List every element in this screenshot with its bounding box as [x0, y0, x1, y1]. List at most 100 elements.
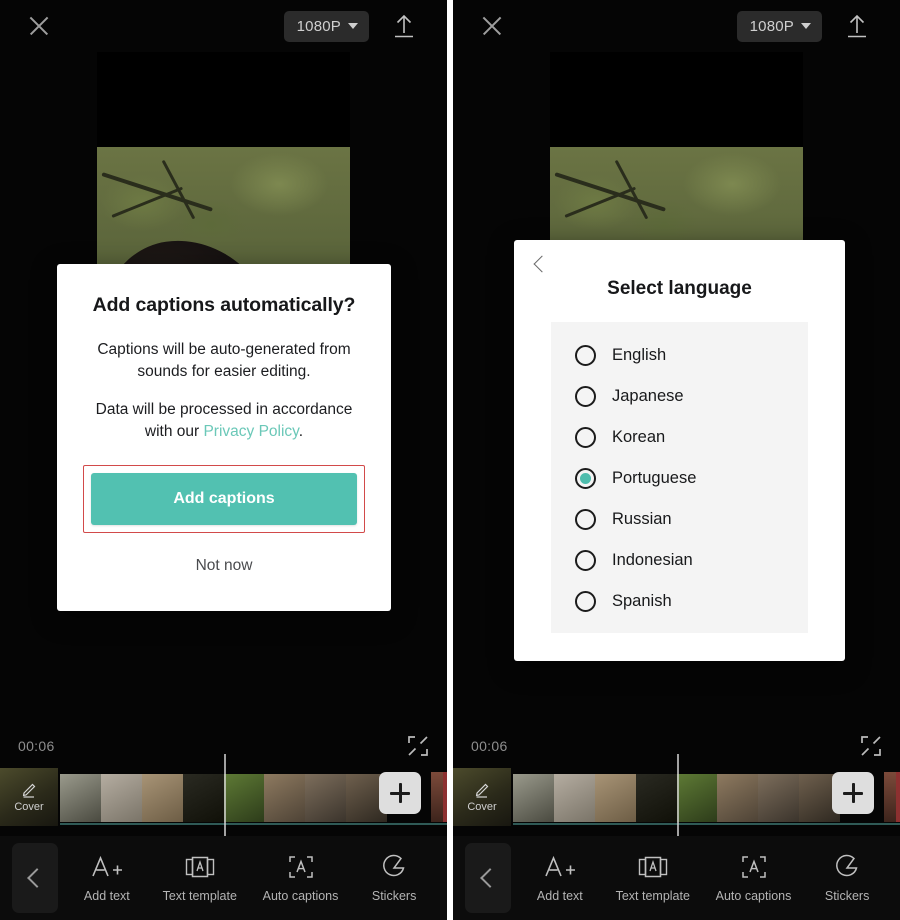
language-sheet-title: Select language	[607, 278, 752, 299]
radio-button[interactable]	[575, 427, 596, 448]
text-template-icon	[184, 853, 216, 881]
letterbox-bar	[97, 52, 350, 147]
playback-timestamp: 00:06	[471, 738, 508, 754]
timeline-track-line	[60, 823, 447, 825]
tool-stickers[interactable]: Stickers	[364, 853, 424, 903]
close-icon[interactable]	[26, 13, 52, 39]
plus-icon	[390, 783, 410, 803]
language-label: Korean	[612, 428, 666, 446]
add-clip-button[interactable]	[379, 772, 421, 814]
clip-frame	[758, 774, 800, 822]
language-label: Russian	[612, 510, 672, 528]
add-captions-button[interactable]: Add captions	[91, 473, 357, 525]
tool-auto-captions[interactable]: Auto captions	[262, 853, 339, 903]
privacy-policy-link[interactable]: Privacy Policy	[203, 423, 298, 440]
language-label: Portuguese	[612, 469, 697, 487]
language-option-portuguese[interactable]: Portuguese	[551, 458, 808, 499]
sticker-icon	[833, 853, 861, 881]
clip-frame	[676, 774, 718, 822]
clip-frame	[305, 774, 347, 822]
annotation-highlight-box: Add captions	[83, 465, 365, 533]
resolution-selector[interactable]: 1080P	[283, 10, 369, 42]
timeline-left[interactable]: Cover	[0, 754, 447, 914]
bottom-toolbar-right: Add text Text template Auto captions Sti…	[453, 836, 900, 920]
radio-button[interactable]	[575, 345, 596, 366]
radio-dot	[580, 596, 591, 607]
select-language-sheet: Select language English Japanese Korean …	[514, 240, 845, 661]
cover-thumbnail[interactable]: Cover	[453, 768, 511, 826]
clip-frame	[182, 774, 224, 822]
language-back-button[interactable]	[528, 252, 552, 276]
resolution-selector[interactable]: 1080P	[736, 10, 822, 42]
language-option-korean[interactable]: Korean	[551, 417, 808, 458]
add-clip-button[interactable]	[832, 772, 874, 814]
upload-arrow-icon[interactable]	[391, 12, 417, 40]
fullscreen-expand-icon[interactable]	[407, 735, 429, 757]
dialog-body-suffix: .	[298, 423, 304, 440]
close-icon[interactable]	[479, 13, 505, 39]
resolution-label: 1080P	[296, 17, 341, 35]
tool-add-text[interactable]: Add text	[77, 853, 137, 903]
tool-text-template[interactable]: Text template	[163, 853, 237, 903]
cover-thumbnail[interactable]: Cover	[0, 768, 58, 826]
language-option-english[interactable]: English	[551, 335, 808, 376]
radio-button[interactable]	[575, 550, 596, 571]
language-label: Indonesian	[612, 551, 693, 569]
toolbar-back-button[interactable]	[12, 843, 58, 913]
upload-arrow-icon[interactable]	[844, 12, 870, 40]
sticker-icon	[380, 853, 408, 881]
dialog-title: Add captions automatically?	[92, 294, 356, 316]
tool-text-template[interactable]: Text template	[616, 853, 690, 903]
clip-frame	[141, 774, 183, 822]
cover-label: Cover	[14, 801, 44, 813]
tool-auto-captions[interactable]: Auto captions	[716, 853, 791, 903]
auto-captions-icon	[287, 853, 315, 881]
language-option-spanish[interactable]: Spanish	[551, 581, 808, 622]
timeline-clip-handle[interactable]	[896, 772, 900, 822]
tool-label: Auto captions	[262, 889, 339, 903]
phone-screen-right: 1080P 00:06 Cover Add text Text template…	[453, 0, 900, 920]
tool-stickers[interactable]: Stickers	[817, 853, 877, 903]
toolbar-back-button[interactable]	[465, 843, 511, 913]
tool-add-text[interactable]: Add text	[530, 853, 590, 903]
add-captions-dialog: Add captions automatically? Captions wil…	[57, 264, 391, 611]
language-option-japanese[interactable]: Japanese	[551, 376, 808, 417]
toolbar-tools: Add text Text template Auto captions Sti…	[511, 853, 900, 903]
tool-label: Stickers	[371, 889, 417, 903]
radio-button[interactable]	[575, 591, 596, 612]
radio-dot	[580, 473, 591, 484]
clip-frame	[553, 774, 595, 822]
dialog-body-line2: Data will be processed in accordance wit…	[83, 399, 365, 443]
clip-frame	[717, 774, 759, 822]
a-plus-icon	[90, 853, 124, 881]
radio-button-selected[interactable]	[575, 468, 596, 489]
clip-frame	[60, 774, 101, 822]
tool-label: Text template	[162, 889, 237, 903]
radio-button[interactable]	[575, 509, 596, 530]
radio-dot	[580, 555, 591, 566]
clip-frame	[594, 774, 636, 822]
resolution-label: 1080P	[749, 17, 794, 35]
cover-label: Cover	[467, 801, 497, 813]
dialog-body-line1: Captions will be auto-generated from sou…	[97, 341, 351, 380]
tool-label: Add text	[536, 889, 583, 903]
letterbox-bar	[550, 52, 803, 147]
timeline-right[interactable]: Cover	[453, 754, 900, 914]
clip-frame	[513, 774, 554, 822]
not-now-button[interactable]: Not now	[83, 539, 365, 585]
language-option-indonesian[interactable]: Indonesian	[551, 540, 808, 581]
language-option-russian[interactable]: Russian	[551, 499, 808, 540]
chevron-left-icon	[533, 255, 551, 273]
language-options-list: English Japanese Korean Portuguese Russi…	[551, 322, 808, 633]
chevron-left-icon	[27, 868, 47, 888]
top-bar-left: 1080P	[0, 0, 447, 52]
fullscreen-expand-icon[interactable]	[860, 735, 882, 757]
radio-dot	[580, 391, 591, 402]
pencil-edit-icon	[21, 781, 38, 798]
bottom-toolbar-left: Add text Text template Auto captions Sti…	[0, 836, 447, 920]
radio-button[interactable]	[575, 386, 596, 407]
clip-frame	[264, 774, 306, 822]
top-bar-right: 1080P	[453, 0, 900, 52]
timeline-clip-handle[interactable]	[443, 772, 447, 822]
radio-dot	[580, 350, 591, 361]
